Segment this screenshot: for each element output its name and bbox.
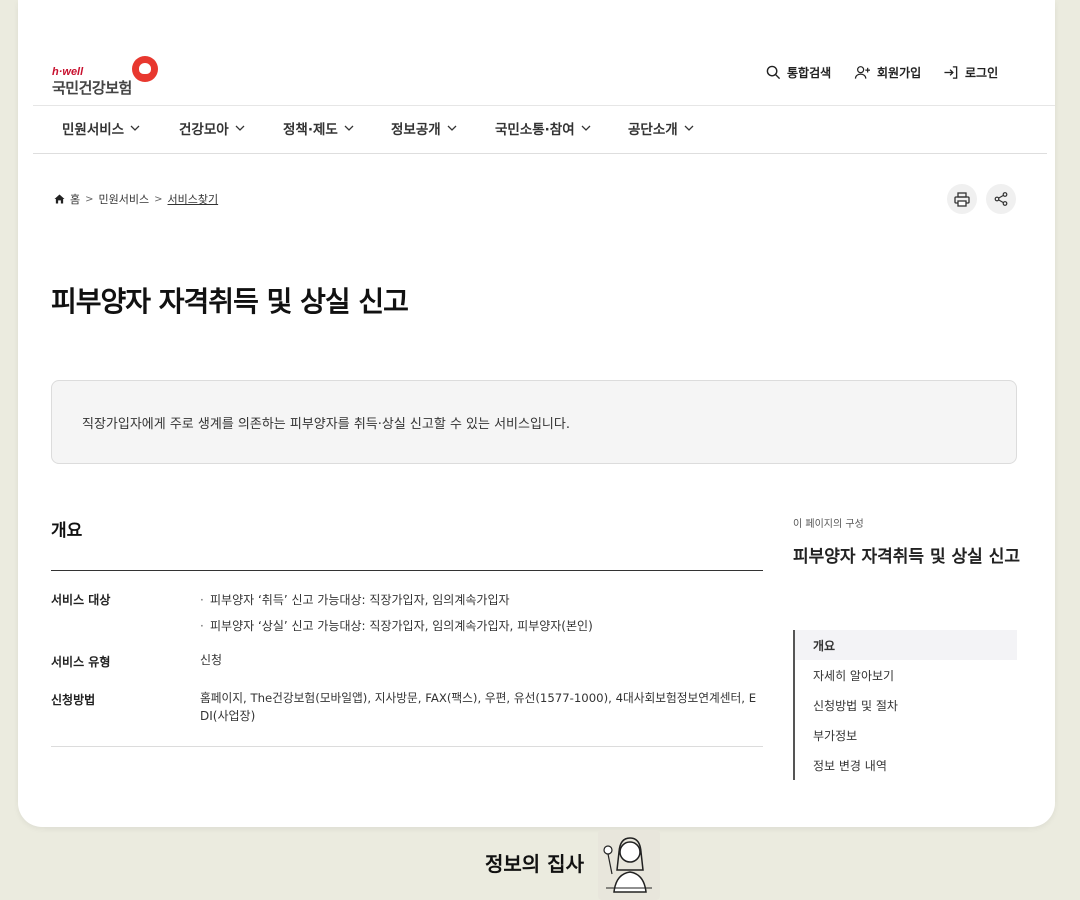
gnb-item-health[interactable]: 건강모아 (179, 118, 283, 138)
service-type-value: 신청 (200, 653, 223, 667)
join-link[interactable]: 회원가입 (854, 64, 921, 81)
share-icon (994, 192, 1008, 206)
side-nav-caption: 이 페이지의 구성 (793, 519, 864, 530)
side-nav-item-history[interactable]: 정보 변경 내역 (795, 750, 1017, 780)
add-user-icon (854, 66, 870, 79)
search-link-label: 통합검색 (787, 66, 832, 80)
gnb-item-about[interactable]: 공단소개 (628, 118, 694, 138)
service-target-item: 피부양자 ‘취득’ 신고 가능대상: 직장가입자, 임의계속가입자 (200, 591, 510, 608)
side-nav-title: 피부양자 자격취득 및 상실 신고 (793, 547, 1020, 567)
main-navigation: 민원서비스 건강모아 정책·제도 정보공개 국민소통·참여 공단소개 (62, 118, 694, 138)
side-nav-item-additional[interactable]: 부가정보 (795, 720, 1017, 750)
print-button[interactable] (947, 184, 977, 214)
join-link-label: 회원가입 (877, 66, 922, 80)
side-nav-item-details[interactable]: 자세히 알아보기 (795, 660, 1017, 690)
overview-top-rule (51, 570, 763, 571)
gnb-label: 건강모아 (179, 122, 229, 138)
brand-caption: 정보의 집사 (485, 852, 584, 876)
breadcrumb-current[interactable]: 서비스찾기 (168, 191, 219, 207)
login-link[interactable]: 로그인 (943, 64, 998, 81)
chevron-down-icon (235, 125, 245, 131)
overview-heading: 개요 (51, 521, 83, 541)
chevron-right-icon: > (154, 193, 163, 205)
gnb-item-disclosure[interactable]: 정보공개 (391, 118, 495, 138)
page-title: 피부양자 자격취득 및 상실 신고 (51, 285, 409, 318)
service-summary-box: 직장가입자에게 주로 생계를 의존하는 피부양자를 취득·상실 신고할 수 있는… (51, 380, 1017, 464)
service-target-label: 서비스 대상 (51, 593, 111, 607)
gnb-label: 국민소통·참여 (495, 122, 575, 138)
page-card: h·well 국민건강보험 통합검색 회원가입 로그인 민원서비스 건강모아 정… (18, 0, 1055, 827)
service-summary-text: 직장가입자에게 주로 생계를 의존하는 피부양자를 취득·상실 신고할 수 있는… (82, 417, 570, 432)
nav-divider (33, 153, 1047, 154)
home-icon (54, 194, 65, 204)
service-target-item: 피부양자 ‘상실’ 신고 가능대상: 직장가입자, 임의계속가입자, 피부양자(… (200, 617, 593, 634)
side-nav-item-procedure[interactable]: 신청방법 및 절차 (795, 690, 1017, 720)
apply-method-value-line1: 홈페이지, The건강보험(모바일앱), 지사방문, FAX(팩스), 우편, … (200, 691, 757, 705)
mascot-icon (603, 837, 652, 893)
chevron-right-icon: > (85, 193, 94, 205)
chevron-down-icon (581, 125, 591, 131)
breadcrumb: 홈 > 민원서비스 > 서비스찾기 (54, 191, 218, 207)
search-icon (766, 65, 781, 80)
breadcrumb-home[interactable]: 홈 (70, 191, 80, 207)
chevron-down-icon (447, 125, 457, 131)
chevron-down-icon (130, 125, 140, 131)
overview-bottom-rule (51, 746, 763, 747)
breadcrumb-level1[interactable]: 민원서비스 (99, 191, 150, 207)
search-link[interactable]: 통합검색 (766, 64, 831, 81)
login-link-label: 로그인 (965, 66, 999, 80)
service-type-label: 서비스 유형 (51, 655, 111, 669)
heart-logo-icon (132, 56, 158, 82)
gnb-label: 정책·제도 (283, 122, 338, 138)
gnb-item-participation[interactable]: 국민소통·참여 (495, 118, 628, 138)
gnb-label: 공단소개 (628, 122, 678, 138)
share-button[interactable] (986, 184, 1016, 214)
gnb-label: 민원서비스 (62, 122, 125, 138)
brand-mascot-image (598, 830, 660, 900)
login-icon (944, 66, 958, 79)
logo-name: 국민건강보험 (52, 79, 132, 97)
apply-method-value-line2: DI(사업장) (200, 709, 256, 723)
header-divider (33, 105, 1055, 106)
apply-method-label: 신청방법 (51, 693, 96, 707)
gnb-item-policy[interactable]: 정책·제도 (283, 118, 391, 138)
gnb-label: 정보공개 (391, 122, 441, 138)
gnb-item-civil-service[interactable]: 민원서비스 (62, 118, 179, 138)
printer-icon (954, 191, 970, 207)
side-nav-item-overview[interactable]: 개요 (795, 630, 1017, 660)
chevron-down-icon (684, 125, 694, 131)
page-section-nav: 개요 자세히 알아보기 신청방법 및 절차 부가정보 정보 변경 내역 (793, 630, 1017, 780)
site-logo[interactable]: h·well 국민건강보험 (52, 56, 182, 100)
chevron-down-icon (344, 125, 354, 131)
